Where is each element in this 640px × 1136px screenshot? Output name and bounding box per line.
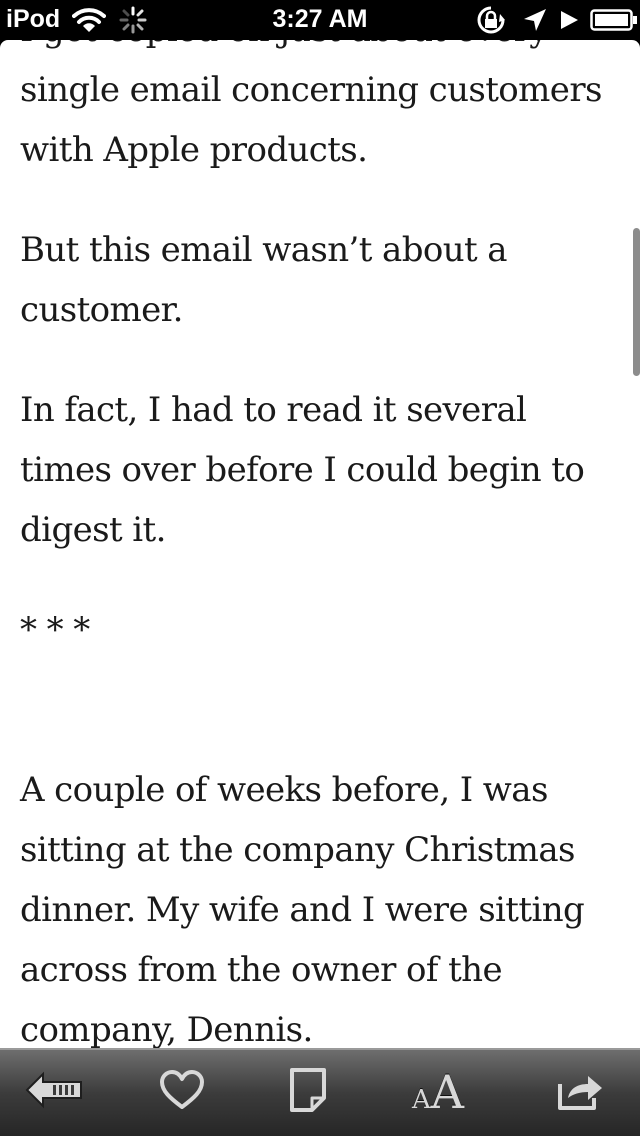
article-paragraph: A couple of weeks before, I was sitting … [20,770,585,1048]
status-bar: iPod 3:27 AM [0,0,640,40]
reader-view[interactable]: I got copied on just about every single … [0,40,640,1048]
share-button[interactable] [548,1062,612,1122]
note-button[interactable] [276,1062,340,1122]
screen: iPod 3:27 AM single email concerning cus… [0,0,640,1136]
font-large-label: A [430,1065,464,1119]
article-paragraph: In fact, I had to read it several times … [20,390,585,550]
rotation-lock-icon [474,5,508,35]
font-size-button[interactable]: AA [406,1062,470,1122]
section-separator: * * * [20,610,90,650]
heart-icon [158,1069,206,1116]
location-icon [522,7,548,33]
article-body: I got copied on just about every single … [20,40,625,1048]
note-icon [288,1066,328,1119]
article-paragraph: I got copied on just about every single … [20,40,602,170]
share-icon [554,1068,606,1117]
battery-icon [590,9,638,31]
bottom-toolbar: AA [0,1048,640,1136]
play-icon [558,9,580,31]
article-paragraph: But this email wasn’t about a customer. [20,230,508,330]
font-size-icon: AA [412,1065,464,1119]
like-button[interactable] [150,1062,214,1122]
back-button[interactable] [22,1062,86,1122]
back-icon [23,1070,85,1115]
font-small-label: A [411,1085,431,1115]
scrollbar-thumb[interactable] [633,228,640,376]
